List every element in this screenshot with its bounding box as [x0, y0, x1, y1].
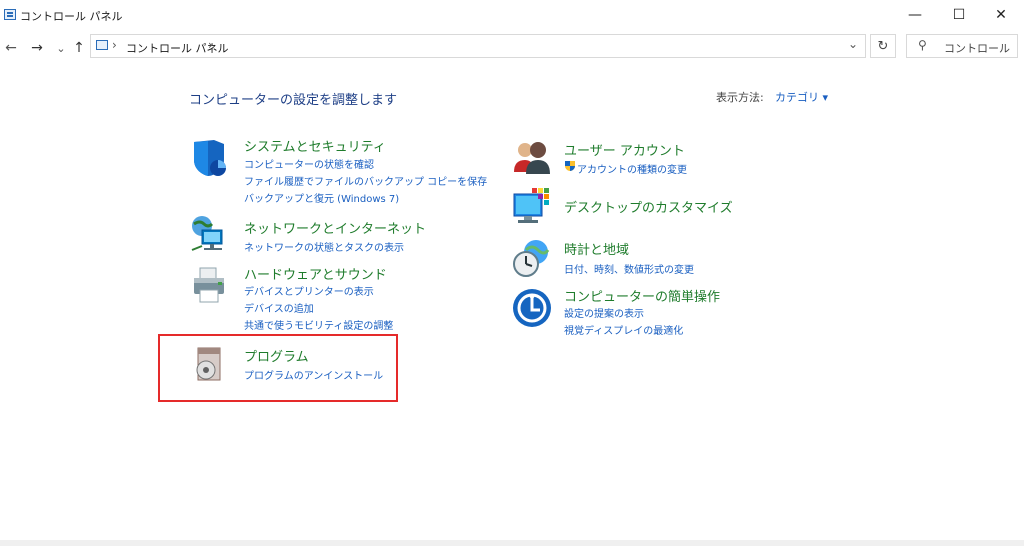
minimize-button[interactable]: — [892, 0, 938, 30]
link-date-time-number-format[interactable]: 日付、時刻、数値形式の変更 [564, 261, 694, 276]
bottom-border [0, 540, 1024, 546]
category-user-accounts[interactable]: ユーザー アカウント [564, 140, 685, 159]
search-placeholder: コントロール パ [944, 42, 1014, 55]
clock-globe-icon[interactable] [512, 238, 552, 278]
view-by-label: 表示方法: [716, 91, 764, 104]
up-button[interactable]: ↑ [70, 38, 88, 58]
breadcrumb-separator-icon[interactable]: › [112, 38, 117, 52]
breadcrumb-chevron-icon[interactable]: › [208, 38, 213, 52]
back-button[interactable]: ← [2, 38, 20, 58]
category-system-security[interactable]: システムとセキュリティ [244, 136, 386, 155]
link-file-history-backup[interactable]: ファイル履歴でファイルのバックアップ コピーを保存 [244, 173, 487, 188]
link-backup-restore[interactable]: バックアップと復元 (Windows 7) [244, 190, 399, 205]
link-check-computer-status[interactable]: コンピューターの状態を確認 [244, 156, 374, 171]
link-optimize-visual-display[interactable]: 視覚ディスプレイの最適化 [564, 322, 683, 337]
category-clock-region[interactable]: 時計と地域 [564, 239, 629, 258]
link-mobility-settings[interactable]: 共通で使うモビリティ設定の調整 [244, 317, 393, 332]
page-title: コンピューターの設定を調整します [189, 93, 398, 108]
view-by-dropdown[interactable]: カテゴリ ▾ [775, 89, 828, 105]
printer-icon[interactable] [190, 266, 230, 306]
ease-of-access-icon[interactable] [512, 288, 552, 328]
category-desktop-customization[interactable]: デスクトップのカスタマイズ [564, 197, 733, 216]
users-icon[interactable] [512, 138, 552, 178]
title-bar [0, 0, 1024, 30]
link-change-account-type[interactable]: アカウントの種類の変更 [577, 161, 687, 176]
category-ease-of-access[interactable]: コンピューターの簡単操作 [564, 286, 720, 305]
link-network-status-tasks[interactable]: ネットワークの状態とタスクの表示 [244, 239, 404, 254]
desktop-icon[interactable] [512, 186, 552, 226]
refresh-button[interactable]: ↻ [870, 34, 896, 58]
control-panel-small-icon [96, 40, 108, 50]
search-icon: ⚲ [918, 38, 927, 52]
link-add-device[interactable]: デバイスの追加 [244, 300, 314, 315]
highlight-box [158, 334, 398, 402]
link-devices-printers[interactable]: デバイスとプリンターの表示 [244, 283, 374, 298]
uac-shield-icon [565, 161, 575, 171]
maximize-button[interactable]: ☐ [936, 0, 982, 30]
window-title: コントロール パネル [20, 10, 123, 23]
network-icon[interactable] [190, 214, 230, 254]
control-panel-icon [4, 9, 16, 20]
address-dropdown-icon[interactable]: ⌄ [848, 37, 858, 51]
breadcrumb-control-panel[interactable]: コントロール パネル [126, 40, 229, 56]
close-button[interactable]: ✕ [978, 0, 1024, 30]
shield-icon[interactable] [190, 138, 230, 178]
recent-locations-button[interactable]: ⌄ [52, 38, 70, 58]
category-network-internet[interactable]: ネットワークとインターネット [244, 218, 426, 237]
forward-button[interactable]: → [28, 38, 46, 58]
category-hardware-sound[interactable]: ハードウェアとサウンド [244, 264, 387, 283]
link-recommended-settings[interactable]: 設定の提案の表示 [564, 305, 644, 320]
